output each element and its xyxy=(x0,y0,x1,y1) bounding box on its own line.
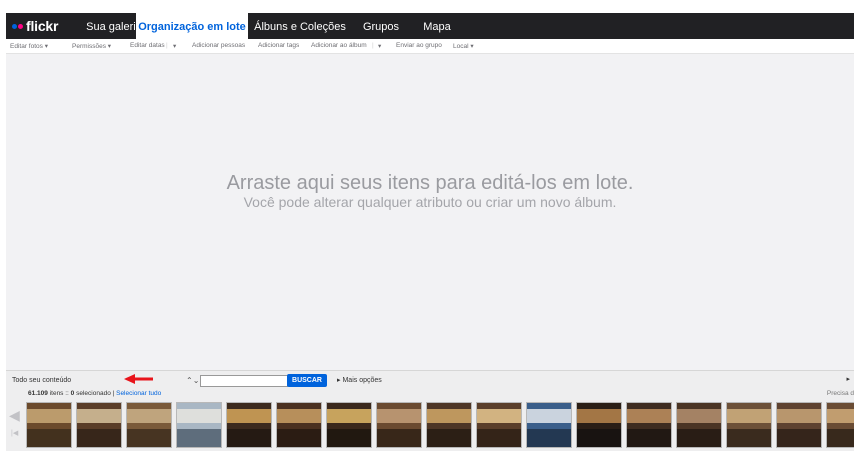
chevron-down-icon: ▾ xyxy=(107,43,112,50)
selected-count: 0 xyxy=(70,390,75,397)
tab-grupos[interactable]: Grupos xyxy=(356,13,406,39)
search-button[interactable]: BUSCAR xyxy=(287,374,327,387)
more-options-label: Mais opções xyxy=(342,377,382,384)
photo-thumbnail[interactable] xyxy=(326,402,372,448)
photo-thumbnail[interactable] xyxy=(176,402,222,448)
scope-select[interactable]: Todo seu conteúdo ⌃⌄ xyxy=(12,376,199,388)
toolbar-divider: | xyxy=(372,42,374,49)
photo-thumbnail[interactable] xyxy=(476,402,522,448)
toolbar-adicionar-tags[interactable]: Adicionar tags xyxy=(258,42,299,49)
toolbar-item-label: Permissões xyxy=(72,43,106,50)
toolbar-adicionar-pessoas[interactable]: Adicionar pessoas xyxy=(192,42,245,49)
chevron-down-icon: ▾ xyxy=(44,43,48,50)
toolbar-permissoes[interactable]: Permissões ▾ xyxy=(72,42,111,50)
triangle-right-icon: ▸ xyxy=(337,377,341,384)
photo-thumbnail[interactable] xyxy=(826,402,854,448)
previous-arrow-icon[interactable]: ◀ xyxy=(9,407,20,424)
photo-thumbnail[interactable] xyxy=(426,402,472,448)
red-arrow-annotation-icon xyxy=(124,374,153,384)
item-count: 61.109 xyxy=(28,390,48,397)
toolbar-editar-datas[interactable]: Editar datas xyxy=(130,42,165,49)
help-link[interactable]: Precisa d xyxy=(827,390,854,397)
photo-thumbnail[interactable] xyxy=(576,402,622,448)
triangle-right-icon[interactable]: ▸ xyxy=(846,375,850,383)
tab-albuns-colecoes[interactable]: Álbuns e Coleções xyxy=(254,13,346,39)
flickr-logo[interactable]: flickr xyxy=(12,18,58,34)
toolbar-local[interactable]: Local ▾ xyxy=(453,42,474,50)
toolbar-datas-dropdown[interactable]: ▾ xyxy=(173,42,176,50)
photo-thumbnail[interactable] xyxy=(726,402,772,448)
batch-drop-zone[interactable]: Arraste aqui seus itens para editá-los e… xyxy=(6,54,854,370)
toolbar-album-dropdown[interactable]: ▾ xyxy=(378,42,381,50)
drop-zone-title: Arraste aqui seus itens para editá-los e… xyxy=(226,172,634,194)
search-input[interactable] xyxy=(200,375,288,387)
toolbar-item-label: Editar fotos xyxy=(10,43,43,50)
toolbar-divider: | xyxy=(166,42,168,49)
scope-select-value: Todo seu conteúdo xyxy=(12,377,72,384)
chevron-down-icon: ▾ xyxy=(470,43,474,50)
toolbar-adicionar-album[interactable]: Adicionar ao álbum xyxy=(311,42,367,49)
photo-thumbnail[interactable] xyxy=(126,402,172,448)
photo-thumbnail[interactable] xyxy=(276,402,322,448)
chevron-down-icon: ▾ xyxy=(378,43,382,50)
photo-thumbnail[interactable] xyxy=(226,402,272,448)
item-count-status: 61.109 itens :: 0 selecionado | Selecion… xyxy=(28,390,161,397)
toolbar-item-label: Editar datas xyxy=(130,42,165,49)
photo-thumbnail[interactable] xyxy=(76,402,122,448)
select-all-link[interactable]: Selecionar tudo xyxy=(116,390,161,397)
photostream-thumbnails xyxy=(26,402,854,448)
photo-thumbnail[interactable] xyxy=(26,402,72,448)
photo-thumbnail[interactable] xyxy=(676,402,722,448)
top-nav-bar: flickr Sua galeria Organização em lote Á… xyxy=(6,13,854,41)
photo-thumbnail[interactable] xyxy=(626,402,672,448)
chevron-down-icon: ▾ xyxy=(173,43,177,50)
more-options-toggle[interactable]: ▸ Mais opções xyxy=(337,376,382,384)
selected-label: selecionado | xyxy=(76,390,115,397)
updown-chevron-icon: ⌃⌄ xyxy=(186,376,200,385)
toolbar-editar-fotos[interactable]: Editar fotos ▾ xyxy=(10,42,48,50)
photo-thumbnail[interactable] xyxy=(776,402,822,448)
batch-toolbar: Editar fotos ▾ Permissões ▾ Editar datas… xyxy=(6,39,854,54)
logo-text: flickr xyxy=(26,18,59,34)
tab-organizacao-em-lote[interactable]: Organização em lote xyxy=(136,13,248,41)
photo-thumbnail[interactable] xyxy=(376,402,422,448)
tab-mapa[interactable]: Mapa xyxy=(414,13,460,39)
items-label: itens :: xyxy=(49,390,69,397)
first-page-icon[interactable]: |◀ xyxy=(11,429,18,437)
photo-thumbnail[interactable] xyxy=(526,402,572,448)
drop-zone-subtitle: Você pode alterar qualquer atributo ou c… xyxy=(243,194,617,210)
toolbar-item-label: Local xyxy=(453,43,469,50)
toolbar-enviar-grupo[interactable]: Enviar ao grupo xyxy=(396,42,442,49)
flickr-dots-icon xyxy=(12,23,23,29)
